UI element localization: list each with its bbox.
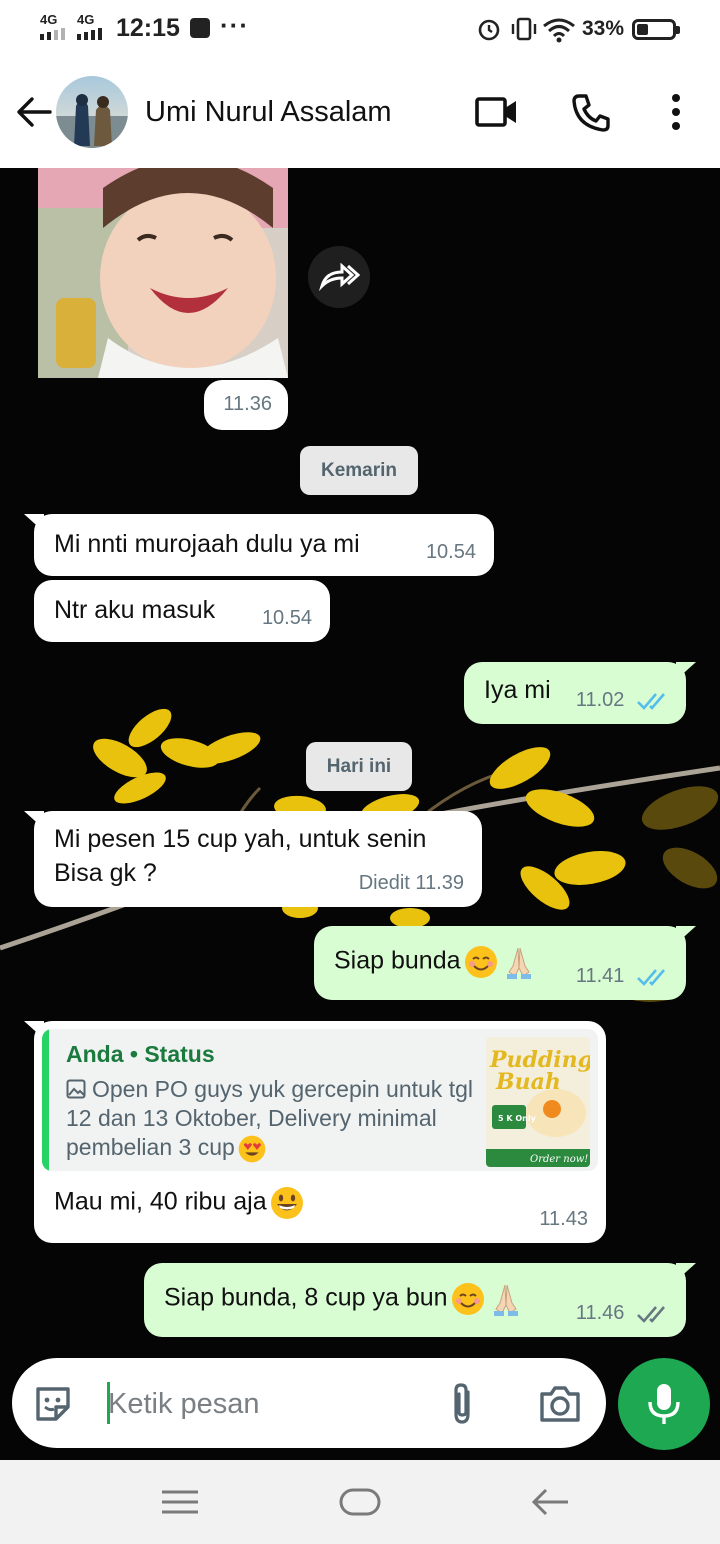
message-time: 11.41 (575, 965, 625, 987)
date-label: Hari ini (326, 756, 392, 777)
network-label-2: 4G (77, 12, 95, 27)
message-time: 10.54 (425, 541, 476, 563)
message-bubble-incoming-reply[interactable]: Anda • Status Open PO guys yuk gercepin … (24, 1021, 606, 1243)
more-notifications-icon: ··· (220, 10, 249, 40)
read-receipt-icon (637, 692, 665, 710)
message-text-line2: Bisa gk ? (54, 859, 157, 887)
message-time: 11.36 (223, 393, 272, 415)
signal-icon-2 (77, 28, 102, 40)
quote-text: Open PO guys yuk gercepin untuk tgl 12 d… (66, 1076, 473, 1160)
message-text: Iya mi (484, 676, 551, 704)
home-icon[interactable] (338, 1486, 382, 1518)
back-arrow-icon[interactable] (14, 94, 54, 130)
sticker-icon[interactable] (32, 1383, 74, 1425)
message-bubble-outgoing[interactable]: Iya mi 11.02 (464, 662, 696, 724)
contact-name[interactable]: Umi Nurul Assalam (145, 96, 392, 129)
network-label-1: 4G (40, 12, 58, 27)
message-text: Siap bunda (334, 946, 461, 975)
message-time: 11.46 (575, 1302, 625, 1324)
message-time-status: 11.46 (576, 1302, 668, 1325)
phone-icon[interactable] (570, 92, 612, 134)
quote-body: Open PO guys yuk gercepin untuk tgl 12 d… (66, 1075, 478, 1164)
chat-area[interactable]: 11.36 Kemarin Mi nnti murojaah dulu ya m… (0, 168, 720, 1460)
system-nav-bar (0, 1460, 720, 1544)
message-text: Ntr aku masuk (54, 596, 216, 624)
delivered-receipt-icon (637, 1305, 665, 1323)
paperclip-icon[interactable] (448, 1382, 478, 1426)
message-time: 10.54 (261, 607, 312, 629)
date-separator-hari-ini: Hari ini (306, 742, 412, 791)
signal-icon-1 (40, 28, 65, 40)
message-time-status: 11.41 (576, 965, 668, 988)
message-composer: Ketik pesan (12, 1358, 606, 1448)
forward-icon (318, 262, 361, 292)
message-time: Diedit 11.39 (358, 872, 464, 894)
folded-hands-emoji-icon (506, 947, 531, 979)
video-call-icon[interactable] (474, 94, 520, 130)
message-text-line1: Mi pesen 15 cup yah, untuk senin (54, 825, 427, 853)
image-time-bubble: 11.36 (204, 380, 288, 430)
heart-eyes-emoji-icon (238, 1135, 266, 1163)
wifi-icon (543, 18, 575, 43)
status-time: 12:15 (116, 14, 180, 42)
notification-bag-icon (190, 18, 210, 38)
menu-icon[interactable] (160, 1488, 200, 1516)
back-icon[interactable] (530, 1486, 570, 1518)
microphone-icon (648, 1384, 680, 1424)
forward-button[interactable] (308, 246, 370, 308)
vibrate-icon (511, 17, 537, 41)
read-receipt-icon (637, 968, 665, 986)
folded-hands-emoji-icon (493, 1284, 518, 1316)
quoted-status[interactable]: Anda • Status Open PO guys yuk gercepin … (42, 1029, 598, 1171)
status-thumbnail: Pudding Buah 5 K Only Order now! (486, 1037, 590, 1167)
quote-accent-bar (42, 1029, 49, 1171)
smiling-face-emoji-icon (464, 946, 497, 978)
status-bar: 4G 4G 12:15 ··· 33% (0, 0, 720, 56)
image-icon (66, 1079, 86, 1099)
message-time: 11.43 (539, 1208, 588, 1230)
message-bubble-incoming[interactable]: Mi nnti murojaah dulu ya mi 10.54 (24, 514, 494, 576)
message-time-status: 11.02 (576, 689, 668, 712)
more-vert-icon[interactable] (666, 92, 686, 132)
voice-message-button[interactable] (618, 1358, 710, 1450)
message-text: Siap bunda, 8 cup ya bun (164, 1283, 448, 1312)
message-input[interactable]: Ketik pesan (108, 1388, 260, 1421)
battery-icon (632, 19, 680, 40)
message-time: 11.02 (575, 689, 625, 711)
battery-percent: 33% (582, 17, 625, 40)
image-message[interactable] (38, 168, 288, 378)
quote-title: Anda • Status (66, 1041, 215, 1067)
date-separator-kemarin: Kemarin (300, 446, 418, 495)
date-label: Kemarin (320, 460, 398, 481)
message-bubble-incoming[interactable]: Ntr aku masuk 10.54 (34, 580, 330, 642)
chat-header: Umi Nurul Assalam (0, 56, 720, 168)
thumb-price: 5 K Only (498, 1114, 537, 1123)
message-text: Mi nnti murojaah dulu ya mi (54, 530, 360, 558)
message-bubble-outgoing[interactable]: Siap bunda 11.41 (314, 926, 696, 1000)
alarm-icon (478, 19, 500, 41)
avatar[interactable] (56, 76, 128, 148)
message-text: Mau mi, 40 ribu aja (54, 1187, 267, 1216)
grinning-face-emoji-icon (270, 1187, 303, 1219)
camera-icon[interactable] (538, 1384, 582, 1424)
smiling-face-emoji-icon (451, 1283, 484, 1315)
message-bubble-outgoing[interactable]: Siap bunda, 8 cup ya bun 11.46 (144, 1263, 696, 1337)
thumb-order: Order now! (530, 1154, 588, 1165)
message-bubble-incoming[interactable]: Mi pesen 15 cup yah, untuk senin Bisa gk… (24, 811, 482, 907)
